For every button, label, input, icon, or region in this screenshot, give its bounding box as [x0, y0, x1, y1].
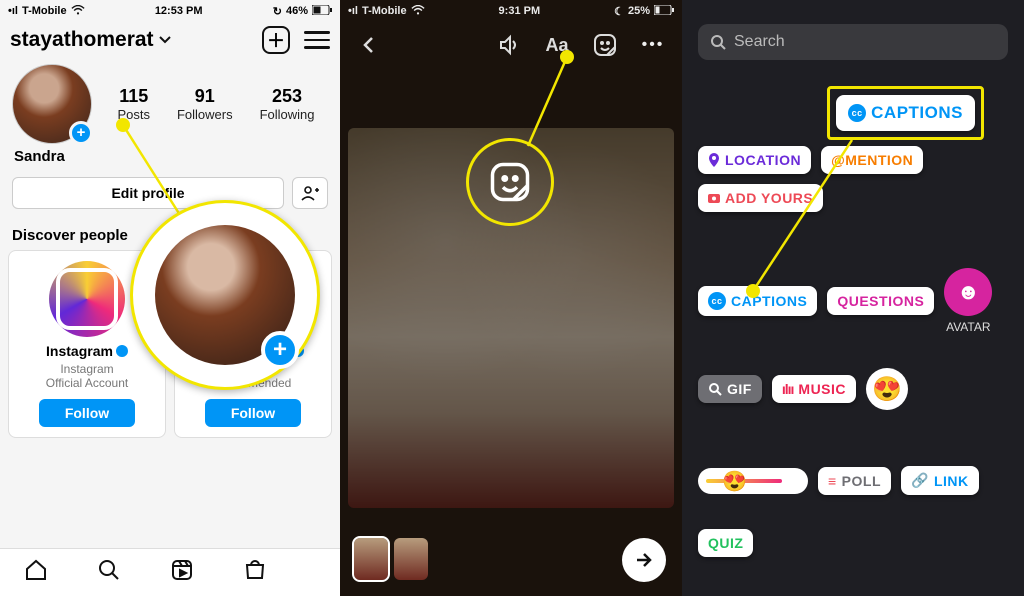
back-button[interactable]: [354, 30, 384, 60]
follow-button[interactable]: Follow: [205, 399, 301, 427]
emoji-slider-sticker[interactable]: 😍: [698, 468, 808, 494]
instagram-logo-icon: [49, 261, 125, 337]
link-icon: 🔗: [911, 472, 929, 489]
search-icon: [708, 382, 722, 396]
refresh-icon: ↻: [273, 5, 282, 18]
clock-label: 12:53 PM: [155, 5, 203, 17]
media-thumbnail[interactable]: [394, 538, 428, 580]
music-sticker[interactable]: ılıı MUSIC: [772, 375, 856, 403]
mention-sticker[interactable]: @MENTION: [821, 146, 923, 174]
clock-label: 9:31 PM: [499, 5, 541, 17]
more-button[interactable]: •••: [638, 30, 668, 60]
profile-panel: •ıl T-Mobile 12:53 PM ↻ 46% stayathomera…: [0, 0, 340, 596]
create-post-button[interactable]: ＋: [262, 26, 290, 54]
carrier-label: T-Mobile: [362, 5, 407, 17]
profile-avatar[interactable]: +: [12, 64, 92, 144]
avatar-sticker[interactable]: ☻ AVATAR: [944, 268, 992, 334]
verified-icon: [116, 345, 128, 357]
annotation-dot: [746, 284, 760, 298]
cc-badge-icon: cc: [848, 104, 866, 122]
arrow-right-icon: [633, 549, 655, 571]
reels-tab[interactable]: [170, 558, 194, 588]
annotation-dot: [560, 50, 574, 64]
carrier-label: T-Mobile: [22, 5, 67, 17]
status-bar: •ıl T-Mobile 12:53 PM ↻ 46%: [0, 0, 340, 22]
story-editor-panel: •ıl T-Mobile 9:31 PM ☾ 25% Aa: [340, 0, 682, 596]
add-person-icon: [301, 185, 319, 201]
annotation-highlight-captions: cc CAPTIONS: [827, 86, 984, 140]
cc-badge-icon: cc: [708, 292, 726, 310]
add-yours-sticker[interactable]: ADD YOURS: [698, 184, 823, 212]
battery-icon: [654, 5, 674, 18]
sticker-search-input[interactable]: Search: [698, 24, 1008, 60]
chevron-down-icon: [158, 33, 172, 47]
home-tab[interactable]: [24, 558, 48, 588]
search-tab[interactable]: [97, 558, 121, 588]
menu-button[interactable]: [304, 31, 330, 49]
stat-following[interactable]: 253 Following: [260, 86, 315, 122]
audio-button[interactable]: [494, 30, 524, 60]
add-story-badge[interactable]: +: [69, 121, 93, 145]
battery-icon: [312, 5, 332, 18]
annotation-callout-sticker: [466, 138, 554, 226]
avatar-icon: ☻: [944, 268, 992, 316]
dnd-moon-icon: ☾: [614, 5, 624, 18]
pin-icon: [708, 153, 720, 167]
quiz-sticker[interactable]: QUIZ: [698, 529, 753, 557]
location-sticker[interactable]: LOCATION: [698, 146, 811, 174]
wifi-icon: [411, 5, 425, 18]
bottom-tab-bar: [0, 548, 340, 596]
stat-followers[interactable]: 91 Followers: [177, 86, 233, 122]
sticker-icon: [593, 33, 617, 57]
poll-sticker[interactable]: ≡ POLL: [818, 467, 891, 495]
search-icon: [710, 34, 726, 50]
emoji-sticker[interactable]: 😍: [866, 368, 908, 410]
questions-sticker[interactable]: QUESTIONS: [827, 287, 934, 315]
username-label: stayathomerat: [10, 28, 154, 52]
wifi-icon: [71, 5, 85, 18]
discover-people-button[interactable]: [292, 177, 328, 209]
media-thumbnail[interactable]: [354, 538, 388, 580]
annotation-callout-avatar: +: [130, 200, 320, 390]
next-button[interactable]: [622, 538, 666, 582]
captions-sticker-large: cc CAPTIONS: [836, 95, 975, 131]
sticker-button[interactable]: [590, 30, 620, 60]
username-dropdown[interactable]: stayathomerat: [10, 28, 172, 52]
camera-icon: [708, 192, 720, 204]
follow-button[interactable]: Follow: [39, 399, 135, 427]
sticker-tray-panel: Search cc CAPTIONS LOCATION @MENTION ADD…: [682, 0, 1024, 596]
battery-label: 46%: [286, 5, 308, 17]
battery-label: 25%: [628, 5, 650, 17]
speaker-icon: [498, 34, 520, 56]
link-sticker[interactable]: 🔗 LINK: [901, 466, 979, 495]
annotation-dot: [116, 118, 130, 132]
poll-icon: ≡: [828, 473, 837, 489]
gif-sticker[interactable]: GIF: [698, 375, 762, 403]
soundwave-icon: ılıı: [782, 381, 794, 397]
search-placeholder: Search: [734, 33, 785, 51]
display-name: Sandra: [0, 144, 340, 169]
stat-posts[interactable]: 115 Posts: [117, 86, 150, 122]
shop-tab[interactable]: [243, 558, 267, 588]
chevron-left-icon: [359, 35, 379, 55]
